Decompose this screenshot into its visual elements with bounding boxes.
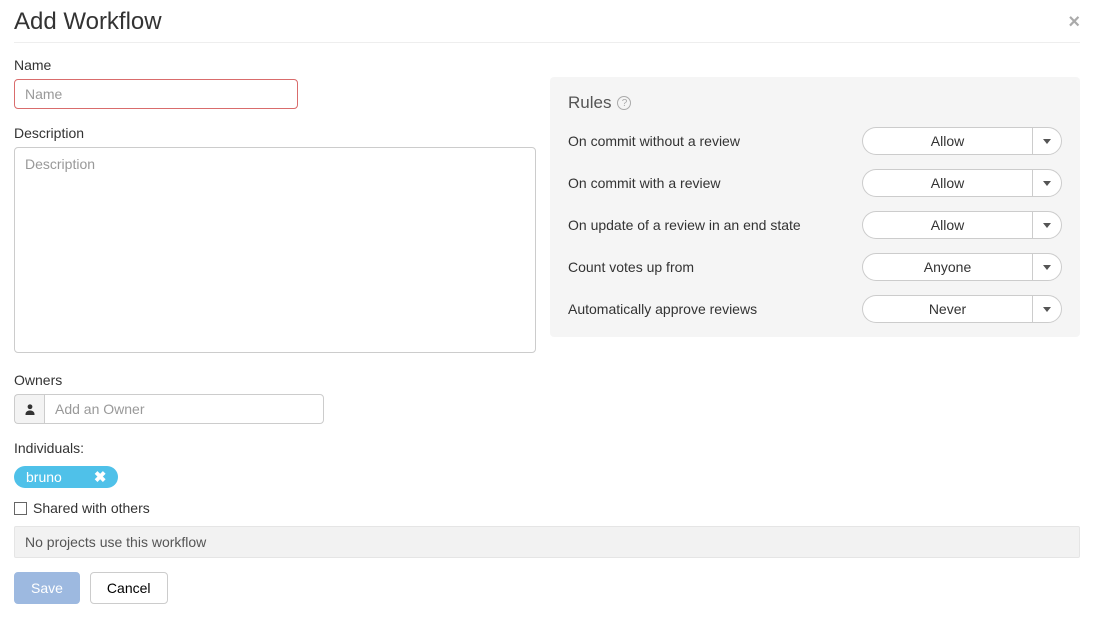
rule-row: On commit without a review Allow (568, 127, 1062, 155)
shared-label: Shared with others (33, 500, 150, 516)
shared-row[interactable]: Shared with others (14, 500, 536, 516)
save-button[interactable]: Save (14, 572, 80, 604)
name-label: Name (14, 57, 536, 73)
dialog-header: Add Workflow × (14, 8, 1080, 43)
rule-row: Count votes up from Anyone (568, 253, 1062, 281)
chip-name: bruno (26, 469, 86, 485)
rules-panel: Rules ? On commit without a review Allow… (550, 77, 1080, 337)
rule-label: Automatically approve reviews (568, 301, 757, 317)
individual-chip: bruno ✖ (14, 466, 118, 488)
dialog-title: Add Workflow (14, 8, 162, 36)
rule-select[interactable]: Allow (862, 127, 1032, 155)
description-label: Description (14, 125, 536, 141)
left-column: Name Description Owners Individuals: (14, 57, 536, 516)
person-icon (14, 394, 44, 424)
chevron-down-icon[interactable] (1032, 127, 1062, 155)
rule-label: On commit without a review (568, 133, 740, 149)
rule-row: On update of a review in an end state Al… (568, 211, 1062, 239)
shared-checkbox[interactable] (14, 502, 27, 515)
rule-select[interactable]: Allow (862, 169, 1032, 197)
individuals-label: Individuals: (14, 440, 536, 456)
close-icon[interactable]: × (1068, 12, 1080, 32)
rule-row: On commit with a review Allow (568, 169, 1062, 197)
rule-label: On commit with a review (568, 175, 720, 191)
rule-select[interactable]: Anyone (862, 253, 1032, 281)
description-input[interactable] (14, 147, 536, 353)
name-input[interactable] (14, 79, 298, 109)
owners-label: Owners (14, 372, 536, 388)
rules-title: Rules (568, 93, 611, 113)
chevron-down-icon[interactable] (1032, 211, 1062, 239)
cancel-button[interactable]: Cancel (90, 572, 168, 604)
chevron-down-icon[interactable] (1032, 253, 1062, 281)
footer-buttons: Save Cancel (14, 572, 1080, 604)
help-icon[interactable]: ? (617, 96, 631, 110)
owner-input[interactable] (44, 394, 324, 424)
projects-usage-bar: No projects use this workflow (14, 526, 1080, 558)
chevron-down-icon[interactable] (1032, 295, 1062, 323)
chevron-down-icon[interactable] (1032, 169, 1062, 197)
chip-remove-icon[interactable]: ✖ (86, 468, 115, 486)
rule-select[interactable]: Allow (862, 211, 1032, 239)
rule-row: Automatically approve reviews Never (568, 295, 1062, 323)
rule-label: On update of a review in an end state (568, 217, 801, 233)
rule-label: Count votes up from (568, 259, 694, 275)
rule-select[interactable]: Never (862, 295, 1032, 323)
